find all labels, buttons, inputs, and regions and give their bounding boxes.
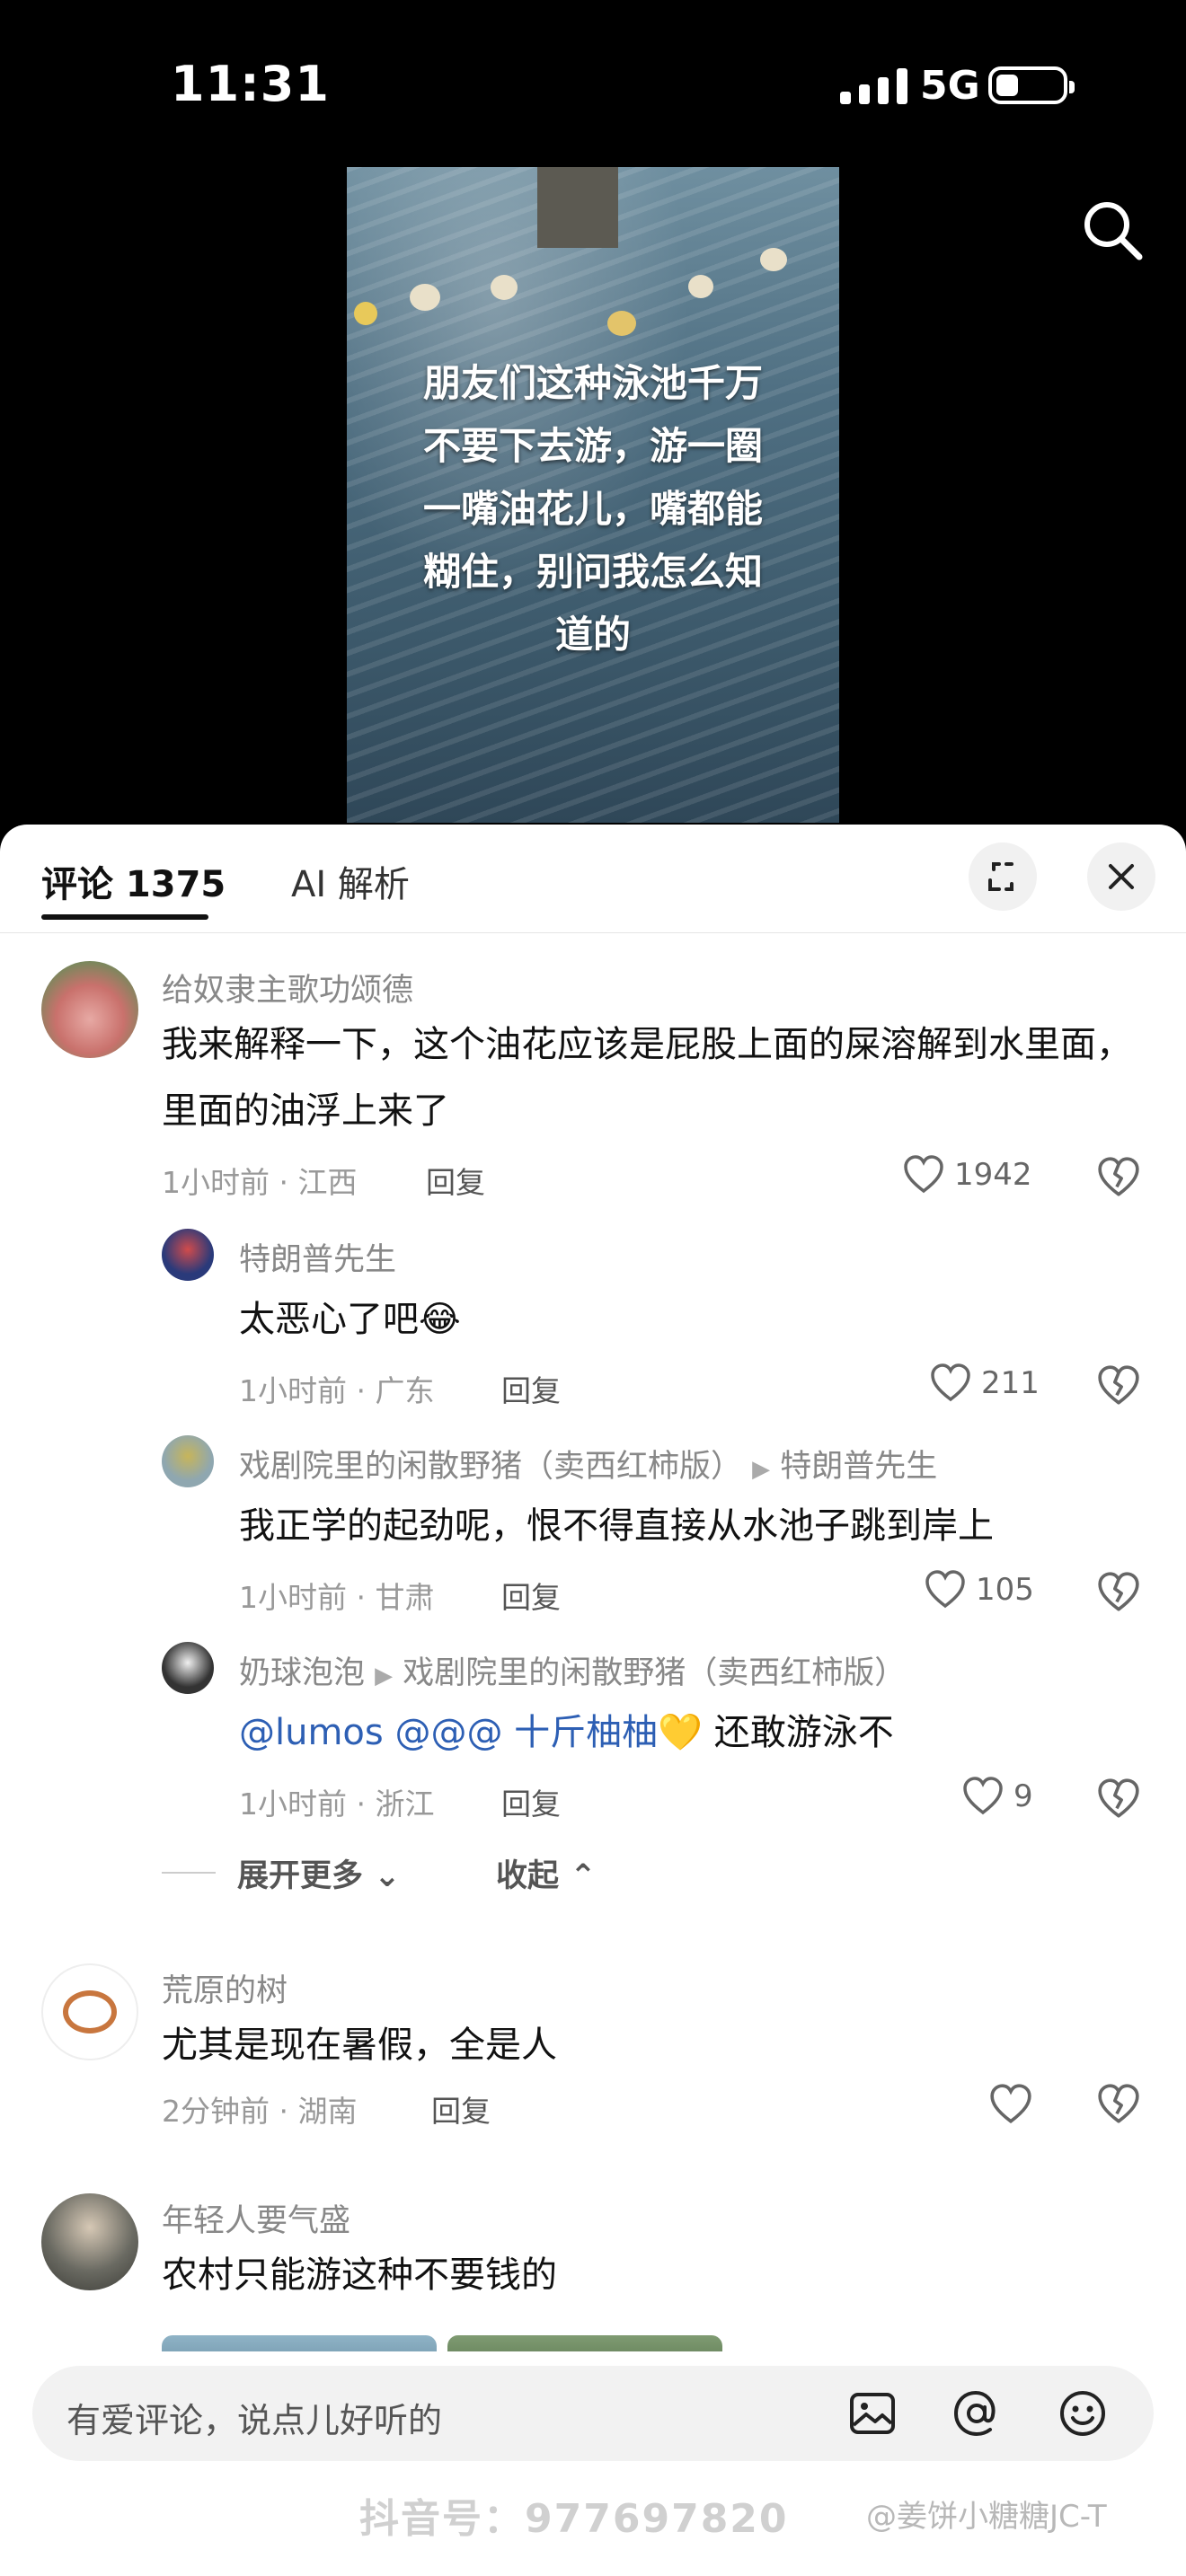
swimmer (760, 248, 787, 271)
divider-line (162, 1872, 216, 1874)
heart-icon (963, 1777, 1003, 1815)
swimmer (354, 302, 377, 325)
avatar[interactable] (162, 1229, 214, 1281)
mention-icon[interactable] (951, 2387, 1003, 2439)
tab-ai-analysis[interactable]: AI 解析 (291, 855, 410, 907)
status-bar: 11:31 5G (0, 0, 1186, 171)
heart-icon[interactable] (988, 2082, 1033, 2127)
avatar[interactable] (162, 1642, 214, 1694)
reply-target[interactable]: 戏剧院里的闲散野猪（卖西红柿版） (403, 1655, 906, 1691)
swimmer (688, 275, 713, 298)
comments-sheet: 评论 1375 AI 解析 给奴隶主歌功颂德 我来解释一下，这个油花应该是屁股上… (0, 825, 1186, 2576)
video-player[interactable]: 朋友们这种泳池千万 不要下去游，游一圈 一嘴油花儿，嘴都能 糊住，别问我怎么知 … (347, 167, 839, 823)
expand-more-button[interactable]: 展开更多 ⌄ (237, 1850, 401, 1896)
avatar[interactable] (162, 1435, 214, 1487)
swimmer (607, 311, 636, 336)
reply-text-body: 还敢游泳不 (702, 1712, 894, 1753)
swimmer (410, 284, 440, 311)
status-time: 11:31 (171, 56, 330, 112)
close-button[interactable] (1087, 842, 1155, 911)
reply-text: 我正学的起劲呢，恨不得直接从水池子跳到岸上 (239, 1505, 994, 1547)
like-button[interactable]: 1942 (902, 1153, 1032, 1196)
reply-header: 戏剧院里的闲散野猪（卖西红柿版） ▶ 特朗普先生 (239, 1441, 1137, 1486)
reply-button[interactable]: 回复 (501, 1367, 561, 1410)
comment-input[interactable]: 有爱评论，说点儿好听的 (32, 2366, 1154, 2461)
reply-button[interactable]: 回复 (501, 1574, 561, 1617)
expand-sheet-button[interactable] (969, 842, 1037, 911)
comment-meta: 1小时前 · 江西 (162, 1165, 358, 1200)
reply-meta: 1小时前 · 广东 (239, 1373, 435, 1408)
expand-icon (988, 862, 1013, 891)
reply-button[interactable]: 回复 (431, 2087, 491, 2130)
like-count: 105 (976, 1572, 1034, 1608)
active-tab-indicator (41, 914, 208, 920)
reply-username[interactable]: 特朗普先生 (239, 1234, 396, 1280)
like-button[interactable]: 211 (929, 1362, 1040, 1405)
like-button[interactable]: 105 (924, 1568, 1034, 1611)
comment-text: 农村只能游这种不要钱的 (162, 2254, 557, 2296)
dislike-icon[interactable] (1096, 1777, 1141, 1822)
like-button[interactable]: 9 (961, 1775, 1033, 1818)
comment-username[interactable]: 荒原的树 (162, 1965, 288, 2011)
reply-arrow-icon: ▶ (752, 1456, 771, 1483)
reply-button[interactable]: 回复 (426, 1159, 485, 1202)
tab-comments[interactable]: 评论 1375 (41, 855, 226, 907)
reply-username[interactable]: 奶球泡泡 (239, 1655, 365, 1691)
swimmer (491, 275, 518, 300)
comment-input-placeholder: 有爱评论，说点儿好听的 (66, 2401, 443, 2440)
comment-text: 尤其是现在暑假，全是人 (162, 2025, 557, 2066)
mention-links[interactable]: @lumos @@@ 十斤柚柚💛 (239, 1712, 703, 1753)
heart-icon (904, 1155, 943, 1194)
like-count: 211 (981, 1365, 1040, 1401)
cellular-signal-icon (840, 68, 907, 104)
network-type: 5G (920, 63, 980, 109)
collapse-button[interactable]: 收起 ⌃ (496, 1850, 597, 1896)
chevron-up-icon: ⌃ (570, 1858, 597, 1894)
close-icon (1109, 864, 1134, 889)
reply-text: 太恶心了吧😂 (239, 1299, 461, 1340)
reply-button[interactable]: 回复 (501, 1780, 561, 1823)
chevron-down-icon: ⌄ (374, 1858, 401, 1894)
dislike-icon[interactable] (1096, 1155, 1141, 1200)
reply-header: 奶球泡泡 ▶ 戏剧院里的闲散野猪（卖西红柿版） (239, 1647, 1137, 1693)
avatar[interactable] (41, 1963, 138, 2060)
reply-target[interactable]: 特朗普先生 (780, 1449, 937, 1485)
emoji-icon[interactable] (1057, 2387, 1109, 2439)
comment-meta: 2分钟前 · 湖南 (162, 2094, 358, 2129)
reply-meta: 1小时前 · 甘肃 (239, 1580, 435, 1615)
dislike-icon[interactable] (1096, 1570, 1141, 1615)
comment-username[interactable]: 给奴隶主歌功颂德 (162, 965, 413, 1010)
reply-username[interactable]: 戏剧院里的闲散野猪（卖西红柿版） (239, 1449, 742, 1485)
search-icon[interactable] (1078, 196, 1146, 264)
douyin-watermark: 抖音号：977697820 (359, 2496, 789, 2542)
reply-text: @lumos @@@ 十斤柚柚💛 还敢游泳不 (239, 1699, 1137, 1766)
heart-icon (925, 1570, 965, 1609)
image-picker-icon[interactable] (846, 2387, 898, 2439)
like-count: 9 (1013, 1778, 1033, 1814)
weibo-watermark: @姜饼小糖糖JC-T (866, 2499, 1107, 2535)
comment-tabs: 评论 1375 AI 解析 (0, 825, 1186, 933)
dislike-icon[interactable] (1096, 2082, 1141, 2127)
heart-icon (931, 1363, 970, 1402)
avatar[interactable] (41, 961, 138, 1058)
reply-arrow-icon: ▶ (375, 1663, 394, 1689)
avatar[interactable] (41, 2193, 138, 2290)
comment-text: 我来解释一下，这个油花应该是屁股上面的屎溶解到水里面，里面的油浮上来了 (162, 1024, 1132, 1132)
video-caption: 朋友们这种泳池千万 不要下去游，游一圈 一嘴油花儿，嘴都能 糊住，别问我怎么知 … (422, 361, 763, 657)
dislike-icon[interactable] (1096, 1363, 1141, 1408)
battery-icon (988, 66, 1075, 104)
like-count: 1942 (954, 1157, 1032, 1193)
pool-pillar (537, 167, 618, 248)
avatar-ring (63, 1990, 117, 2033)
reply-meta: 1小时前 · 浙江 (239, 1786, 435, 1822)
comment-username[interactable]: 年轻人要气盛 (162, 2195, 350, 2241)
